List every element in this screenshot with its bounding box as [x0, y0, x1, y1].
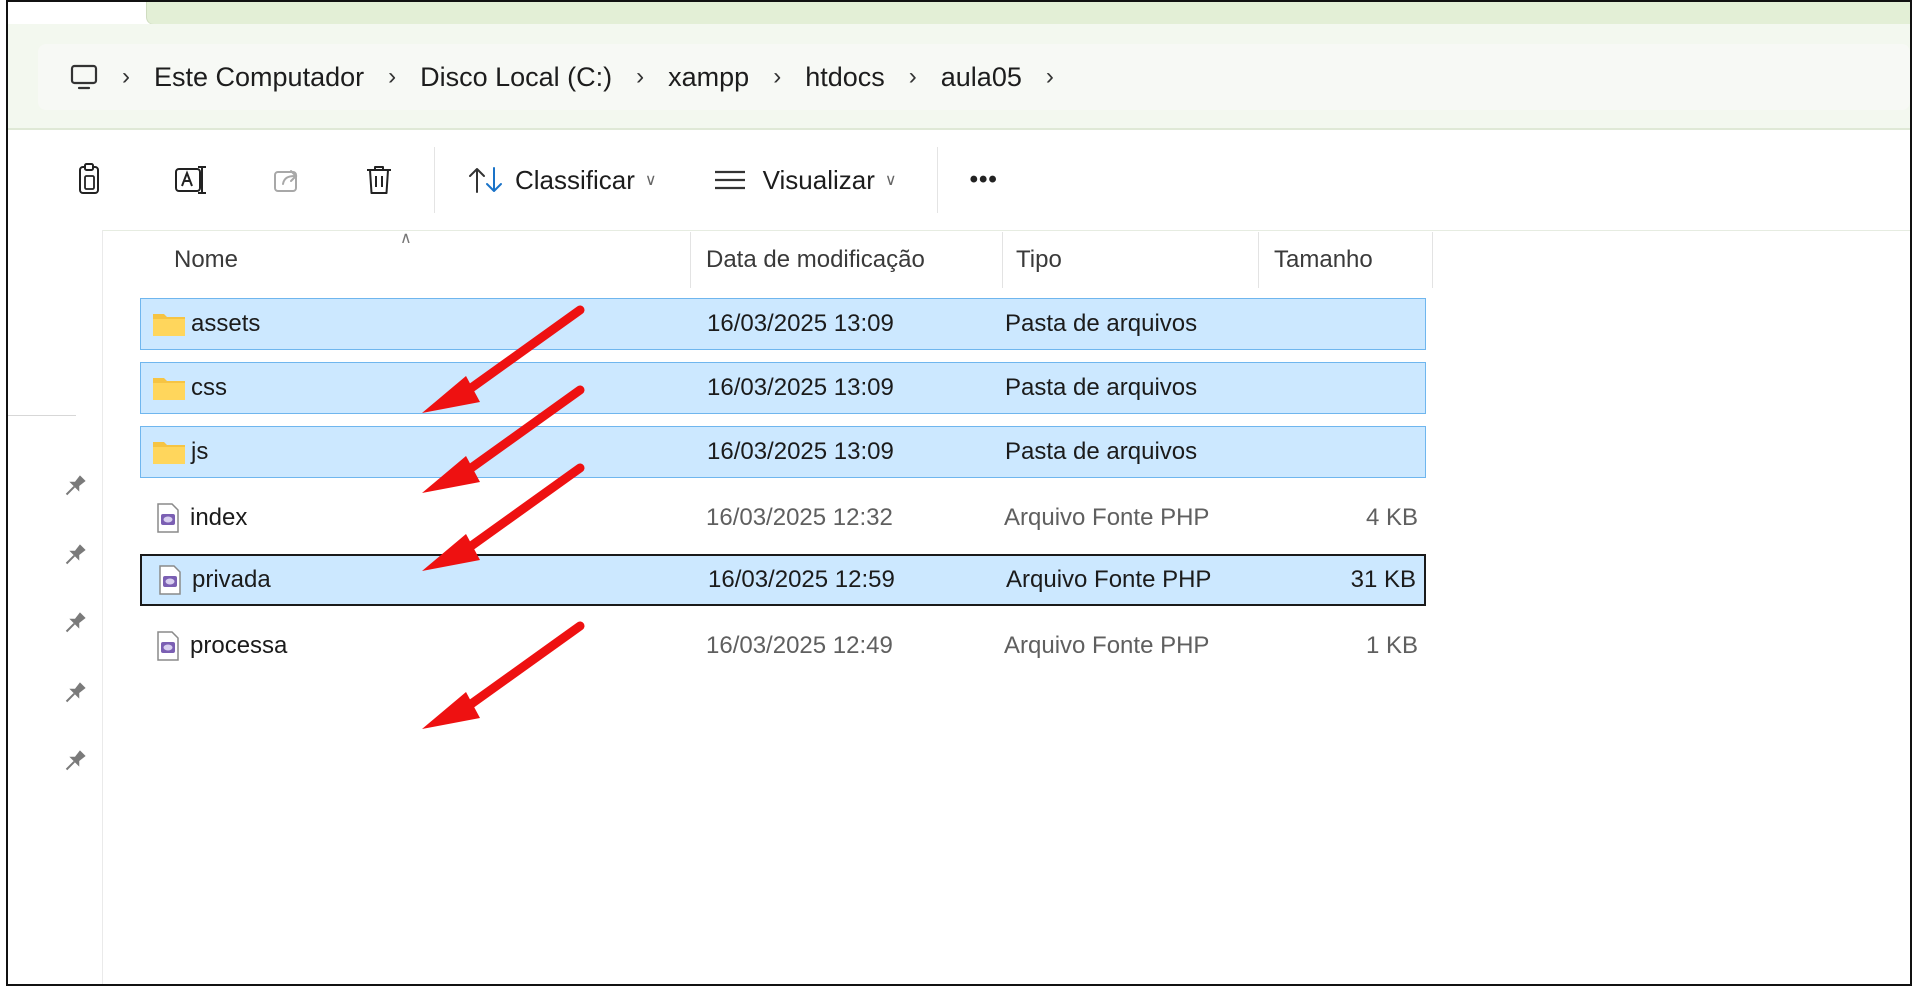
file-name: privada — [192, 566, 271, 593]
file-list: ∧ Nome Data de modificação Tipo Tamanho … — [102, 230, 1910, 984]
file-date: 16/03/2025 13:09 — [707, 374, 894, 401]
pin-icon[interactable] — [60, 746, 90, 776]
column-separator[interactable] — [1432, 232, 1433, 288]
file-date: 16/03/2025 13:09 — [707, 438, 894, 465]
file-date: 16/03/2025 12:59 — [708, 566, 895, 593]
sort-ascending-icon: ∧ — [400, 230, 412, 247]
pin-icon[interactable] — [60, 540, 90, 570]
delete-icon[interactable] — [354, 150, 404, 210]
chevron-right-icon[interactable]: › — [1046, 63, 1054, 91]
list-view-icon — [714, 170, 745, 190]
command-bar: Classificar ∨ Visualizar ∨ ••• — [8, 130, 1910, 231]
file-type: Arquivo Fonte PHP — [1004, 504, 1210, 531]
address-area: › Este Computador › Disco Local (C:) › x… — [8, 24, 1910, 130]
rename-icon[interactable] — [166, 150, 216, 210]
column-separator[interactable] — [1002, 232, 1003, 288]
chevron-right-icon[interactable]: › — [388, 63, 396, 91]
folder-icon — [151, 427, 187, 477]
share-icon[interactable] — [262, 150, 312, 210]
php-file-icon — [150, 492, 186, 544]
pin-icon[interactable] — [60, 608, 90, 638]
toolbar-separator — [434, 147, 435, 213]
file-row-privada[interactable]: privada 16/03/2025 12:59 Arquivo Fonte P… — [140, 554, 1426, 606]
file-date: 16/03/2025 12:32 — [706, 504, 893, 531]
breadcrumb-item-htdocs[interactable]: htdocs — [805, 62, 885, 93]
chevron-down-icon: ∨ — [644, 172, 657, 189]
folder-icon — [151, 299, 187, 349]
php-file-icon — [150, 620, 186, 672]
pin-icon[interactable] — [60, 678, 90, 708]
file-type: Arquivo Fonte PHP — [1006, 566, 1212, 593]
file-row-assets[interactable]: assets 16/03/2025 13:09 Pasta de arquivo… — [140, 298, 1426, 350]
column-header-size[interactable]: Tamanho — [1274, 230, 1373, 290]
column-separator[interactable] — [1258, 232, 1259, 288]
file-explorer-window: › Este Computador › Disco Local (C:) › x… — [6, 0, 1912, 986]
nav-divider — [8, 415, 76, 416]
navigation-pane — [8, 230, 103, 984]
toolbar-separator — [936, 147, 938, 213]
pin-icon[interactable] — [60, 471, 90, 501]
file-type: Pasta de arquivos — [1005, 310, 1198, 337]
file-date: 16/03/2025 12:49 — [706, 632, 893, 659]
file-size: 31 KB — [1350, 566, 1416, 593]
php-file-icon — [152, 556, 188, 604]
file-row-css[interactable]: css 16/03/2025 13:09 Pasta de arquivos — [140, 362, 1426, 414]
breadcrumb-item-disco-local[interactable]: Disco Local (C:) — [420, 62, 612, 93]
chevron-right-icon[interactable]: › — [773, 63, 781, 91]
file-name: js — [191, 438, 209, 465]
breadcrumb-item-aula05[interactable]: aula05 — [941, 62, 1022, 93]
chevron-right-icon[interactable]: › — [636, 63, 644, 91]
folder-icon — [151, 363, 187, 413]
sort-button[interactable]: Classificar ∨ — [467, 150, 657, 210]
file-type: Pasta de arquivos — [1005, 438, 1198, 465]
file-date: 16/03/2025 13:09 — [707, 310, 894, 337]
column-header-name[interactable]: Nome — [174, 230, 238, 290]
file-name: processa — [190, 632, 288, 659]
file-row-index[interactable]: index 16/03/2025 12:32 Arquivo Fonte PHP… — [140, 492, 1426, 544]
chevron-right-icon[interactable]: › — [909, 63, 917, 91]
file-type: Arquivo Fonte PHP — [1004, 632, 1210, 659]
chevron-down-icon: ∨ — [884, 172, 897, 189]
address-bar[interactable]: › Este Computador › Disco Local (C:) › x… — [38, 44, 1910, 110]
column-header-type[interactable]: Tipo — [1016, 230, 1062, 290]
view-button[interactable]: Visualizar ∨ — [713, 150, 897, 210]
chevron-right-icon[interactable]: › — [122, 63, 130, 91]
file-name: index — [190, 504, 248, 531]
breadcrumb-item-xampp[interactable]: xampp — [668, 62, 749, 93]
view-label: Visualizar — [762, 164, 875, 195]
file-name: assets — [191, 310, 261, 337]
title-strip — [146, 2, 1910, 25]
file-row-js[interactable]: js 16/03/2025 13:09 Pasta de arquivos — [140, 426, 1426, 478]
file-size: 1 KB — [1365, 632, 1418, 659]
copy-icon[interactable] — [64, 150, 114, 210]
file-size: 4 KB — [1365, 504, 1418, 531]
more-options-button[interactable]: ••• — [970, 150, 998, 210]
file-name: css — [191, 374, 227, 401]
computer-icon[interactable] — [64, 57, 104, 97]
column-separator[interactable] — [690, 232, 691, 288]
column-header-date[interactable]: Data de modificação — [706, 230, 925, 290]
sort-label: Classificar — [515, 164, 635, 195]
sort-icon — [469, 167, 502, 193]
breadcrumb-item-este-computador[interactable]: Este Computador — [154, 62, 364, 93]
file-row-processa[interactable]: processa 16/03/2025 12:49 Arquivo Fonte … — [140, 620, 1426, 672]
file-type: Pasta de arquivos — [1005, 374, 1198, 401]
